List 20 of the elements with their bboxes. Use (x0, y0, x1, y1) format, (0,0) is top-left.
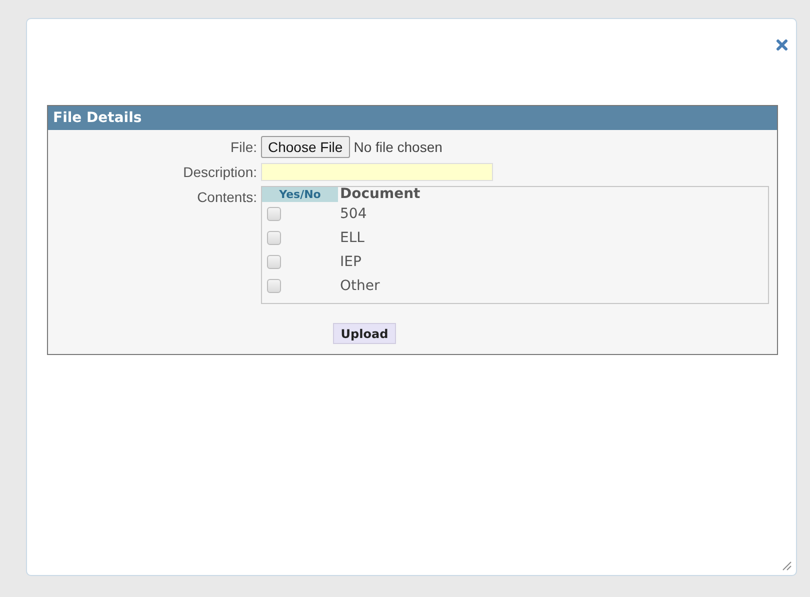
field-label: Contents: (196, 188, 257, 207)
checkbox[interactable] (267, 207, 281, 221)
field-label: Description: (182, 163, 257, 182)
checkbox[interactable] (267, 255, 281, 269)
checkbox[interactable] (267, 231, 281, 245)
description-field[interactable] (261, 163, 493, 181)
upload-button[interactable]: Upload (332, 323, 396, 344)
panel-title: File Details (48, 106, 777, 130)
column-header: Document (339, 187, 420, 202)
file-status: No file chosen (354, 139, 442, 155)
document-name: 504 (339, 206, 367, 222)
field-label: File: (230, 138, 257, 157)
close-icon[interactable] (776, 39, 788, 51)
choose-file-button[interactable]: Choose File (261, 136, 350, 158)
column-header: Yes/No (262, 187, 338, 202)
document-name: Other (339, 278, 380, 294)
resize-grip-icon[interactable] (782, 561, 792, 571)
document-name: IEP (339, 254, 362, 270)
document-name: ELL (339, 230, 364, 246)
checkbox[interactable] (267, 279, 281, 293)
